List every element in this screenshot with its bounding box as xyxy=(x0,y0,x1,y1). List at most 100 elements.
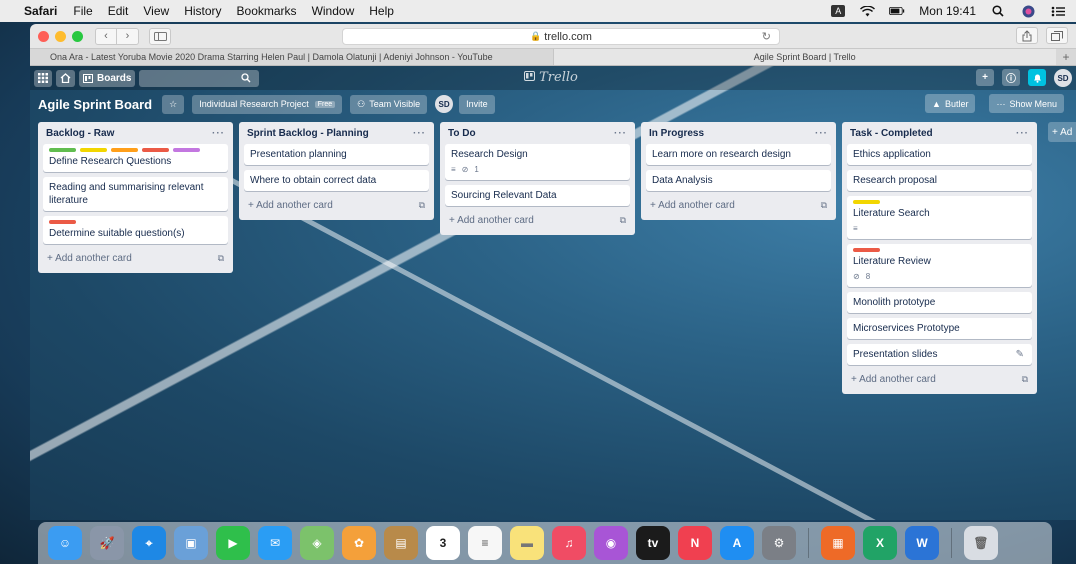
battery-icon[interactable] xyxy=(889,5,905,17)
dock-contacts-icon[interactable]: ▤ xyxy=(384,526,418,560)
list-title[interactable]: Sprint Backlog - Planning xyxy=(247,128,369,139)
card[interactable]: Microservices Prototype xyxy=(847,318,1032,339)
dock-preview-icon[interactable]: ▣ xyxy=(174,526,208,560)
forward-button[interactable]: › xyxy=(117,27,139,45)
list-header[interactable]: To Do ··· xyxy=(445,122,630,144)
dock-safari-icon[interactable]: ⌖ xyxy=(132,526,166,560)
list-menu-icon[interactable]: ··· xyxy=(1016,128,1029,139)
share-icon[interactable] xyxy=(1016,27,1038,44)
star-board-icon[interactable]: ☆ xyxy=(162,94,185,114)
app-name-menu[interactable]: Safari xyxy=(24,4,57,18)
card-template-icon[interactable]: ⧉ xyxy=(218,253,224,264)
notifications-bell-icon[interactable] xyxy=(1028,69,1046,86)
card-template-icon[interactable]: ⧉ xyxy=(620,215,626,226)
menu-window[interactable]: Window xyxy=(312,4,355,18)
dock-powerpoint-like-icon[interactable]: ▦ xyxy=(821,526,855,560)
list-title[interactable]: Task - Completed xyxy=(850,128,933,139)
list-menu-icon[interactable]: ··· xyxy=(212,128,225,139)
dock-music-icon[interactable]: ♫ xyxy=(552,526,586,560)
tab-overview-icon[interactable] xyxy=(1046,27,1068,44)
label-yellow[interactable] xyxy=(853,200,880,204)
dock-photos-icon[interactable]: ✿ xyxy=(342,526,376,560)
menu-help[interactable]: Help xyxy=(369,4,394,18)
card[interactable]: Define Research Questions xyxy=(43,144,228,172)
zoom-window-button[interactable] xyxy=(72,30,83,42)
siri-icon[interactable] xyxy=(1020,5,1036,17)
card[interactable]: Presentation planning xyxy=(244,144,429,165)
list-header[interactable]: Sprint Backlog - Planning ··· xyxy=(244,122,429,144)
workspace-button[interactable]: Individual Research Project Free xyxy=(192,94,343,114)
add-card-button[interactable]: + Add another card ⧉ xyxy=(244,196,429,215)
board-member-avatar[interactable]: SD xyxy=(435,95,454,113)
browser-tab-youtube[interactable]: Ona Ara - Latest Yoruba Movie 2020 Drama… xyxy=(30,49,553,65)
card[interactable]: Data Analysis xyxy=(646,170,831,191)
minimize-window-button[interactable] xyxy=(55,30,66,42)
dock-facetime-icon[interactable]: ▶ xyxy=(216,526,250,560)
menubar-clock[interactable]: Mon 19:41 xyxy=(919,4,976,18)
label-green[interactable] xyxy=(49,148,76,152)
menu-view[interactable]: View xyxy=(143,4,169,18)
dock-messages-icon[interactable]: ✉ xyxy=(258,526,292,560)
card[interactable]: Where to obtain correct data xyxy=(244,170,429,191)
home-icon[interactable] xyxy=(56,69,75,87)
butler-button[interactable]: ▲ Butler xyxy=(925,94,976,113)
dock-tv-icon[interactable]: tv xyxy=(636,526,670,560)
card[interactable]: Determine suitable question(s) xyxy=(43,216,228,244)
card[interactable]: Sourcing Relevant Data xyxy=(445,185,630,206)
list-menu-icon[interactable]: ··· xyxy=(614,128,627,139)
visibility-button[interactable]: ⚇ Team Visible xyxy=(350,94,428,114)
list-menu-icon[interactable]: ··· xyxy=(413,128,426,139)
dock-word-icon[interactable]: W xyxy=(905,526,939,560)
menu-edit[interactable]: Edit xyxy=(108,4,129,18)
label-red[interactable] xyxy=(49,220,76,224)
apps-grid-icon[interactable] xyxy=(34,69,52,87)
add-card-button[interactable]: + Add another card ⧉ xyxy=(43,249,228,268)
list-header[interactable]: In Progress ··· xyxy=(646,122,831,144)
add-card-button[interactable]: + Add another card ⧉ xyxy=(445,211,630,230)
dock-finder-icon[interactable]: ☺ xyxy=(48,526,82,560)
card-template-icon[interactable]: ⧉ xyxy=(419,200,425,211)
card[interactable]: Reading and summarising relevant literat… xyxy=(43,177,228,211)
dock-excel-icon[interactable]: X xyxy=(863,526,897,560)
card[interactable]: Presentation slides ✎ xyxy=(847,344,1032,365)
dock-launchpad-icon[interactable]: 🚀 xyxy=(90,526,124,560)
sidebar-toggle-icon[interactable] xyxy=(149,27,171,45)
browser-tab-trello[interactable]: Agile Sprint Board | Trello xyxy=(552,49,1056,65)
label-orange[interactable] xyxy=(111,148,138,152)
list-title[interactable]: In Progress xyxy=(649,128,704,139)
label-purple[interactable] xyxy=(173,148,200,152)
new-tab-button[interactable]: + xyxy=(1056,49,1076,65)
reload-icon[interactable]: ↻ xyxy=(762,30,771,43)
add-card-button[interactable]: + Add another card ⧉ xyxy=(646,196,831,215)
address-bar[interactable]: 🔒 trello.com ↻ xyxy=(342,28,780,45)
close-window-button[interactable] xyxy=(38,30,49,42)
dock-trash-icon[interactable]: 🗑 xyxy=(964,526,998,560)
spotlight-search-icon[interactable] xyxy=(990,5,1006,17)
menu-bookmarks[interactable]: Bookmarks xyxy=(237,4,297,18)
user-avatar[interactable]: SD xyxy=(1054,69,1072,87)
create-plus-icon[interactable]: + xyxy=(976,69,994,86)
card[interactable]: Ethics application xyxy=(847,144,1032,165)
list-title[interactable]: To Do xyxy=(448,128,476,139)
dock-reminders-icon[interactable]: ≡ xyxy=(468,526,502,560)
label-yellow[interactable] xyxy=(80,148,107,152)
invite-button[interactable]: Invite xyxy=(459,94,495,114)
add-card-button[interactable]: + Add another card ⧉ xyxy=(847,370,1032,389)
board-search-input[interactable] xyxy=(139,69,260,87)
board-title[interactable]: Agile Sprint Board xyxy=(38,97,152,112)
card-template-icon[interactable]: ⧉ xyxy=(1022,374,1028,385)
card[interactable]: Monolith prototype xyxy=(847,292,1032,313)
card-template-icon[interactable]: ⧉ xyxy=(821,200,827,211)
menu-history[interactable]: History xyxy=(184,4,221,18)
label-red[interactable] xyxy=(853,248,880,252)
add-list-button[interactable]: + Ad xyxy=(1048,122,1076,142)
dock-app-store-icon[interactable]: A xyxy=(720,526,754,560)
dock-podcasts-icon[interactable]: ◉ xyxy=(594,526,628,560)
menu-file[interactable]: File xyxy=(73,4,92,18)
card[interactable]: Research Design ≡ ⊘ 1 xyxy=(445,144,630,180)
wifi-icon[interactable] xyxy=(859,5,875,17)
card[interactable]: Learn more on research design xyxy=(646,144,831,165)
control-center-list-icon[interactable] xyxy=(1050,5,1066,17)
trello-logo[interactable]: Trello xyxy=(524,70,578,85)
edit-pencil-icon[interactable]: ✎ xyxy=(1016,348,1024,361)
